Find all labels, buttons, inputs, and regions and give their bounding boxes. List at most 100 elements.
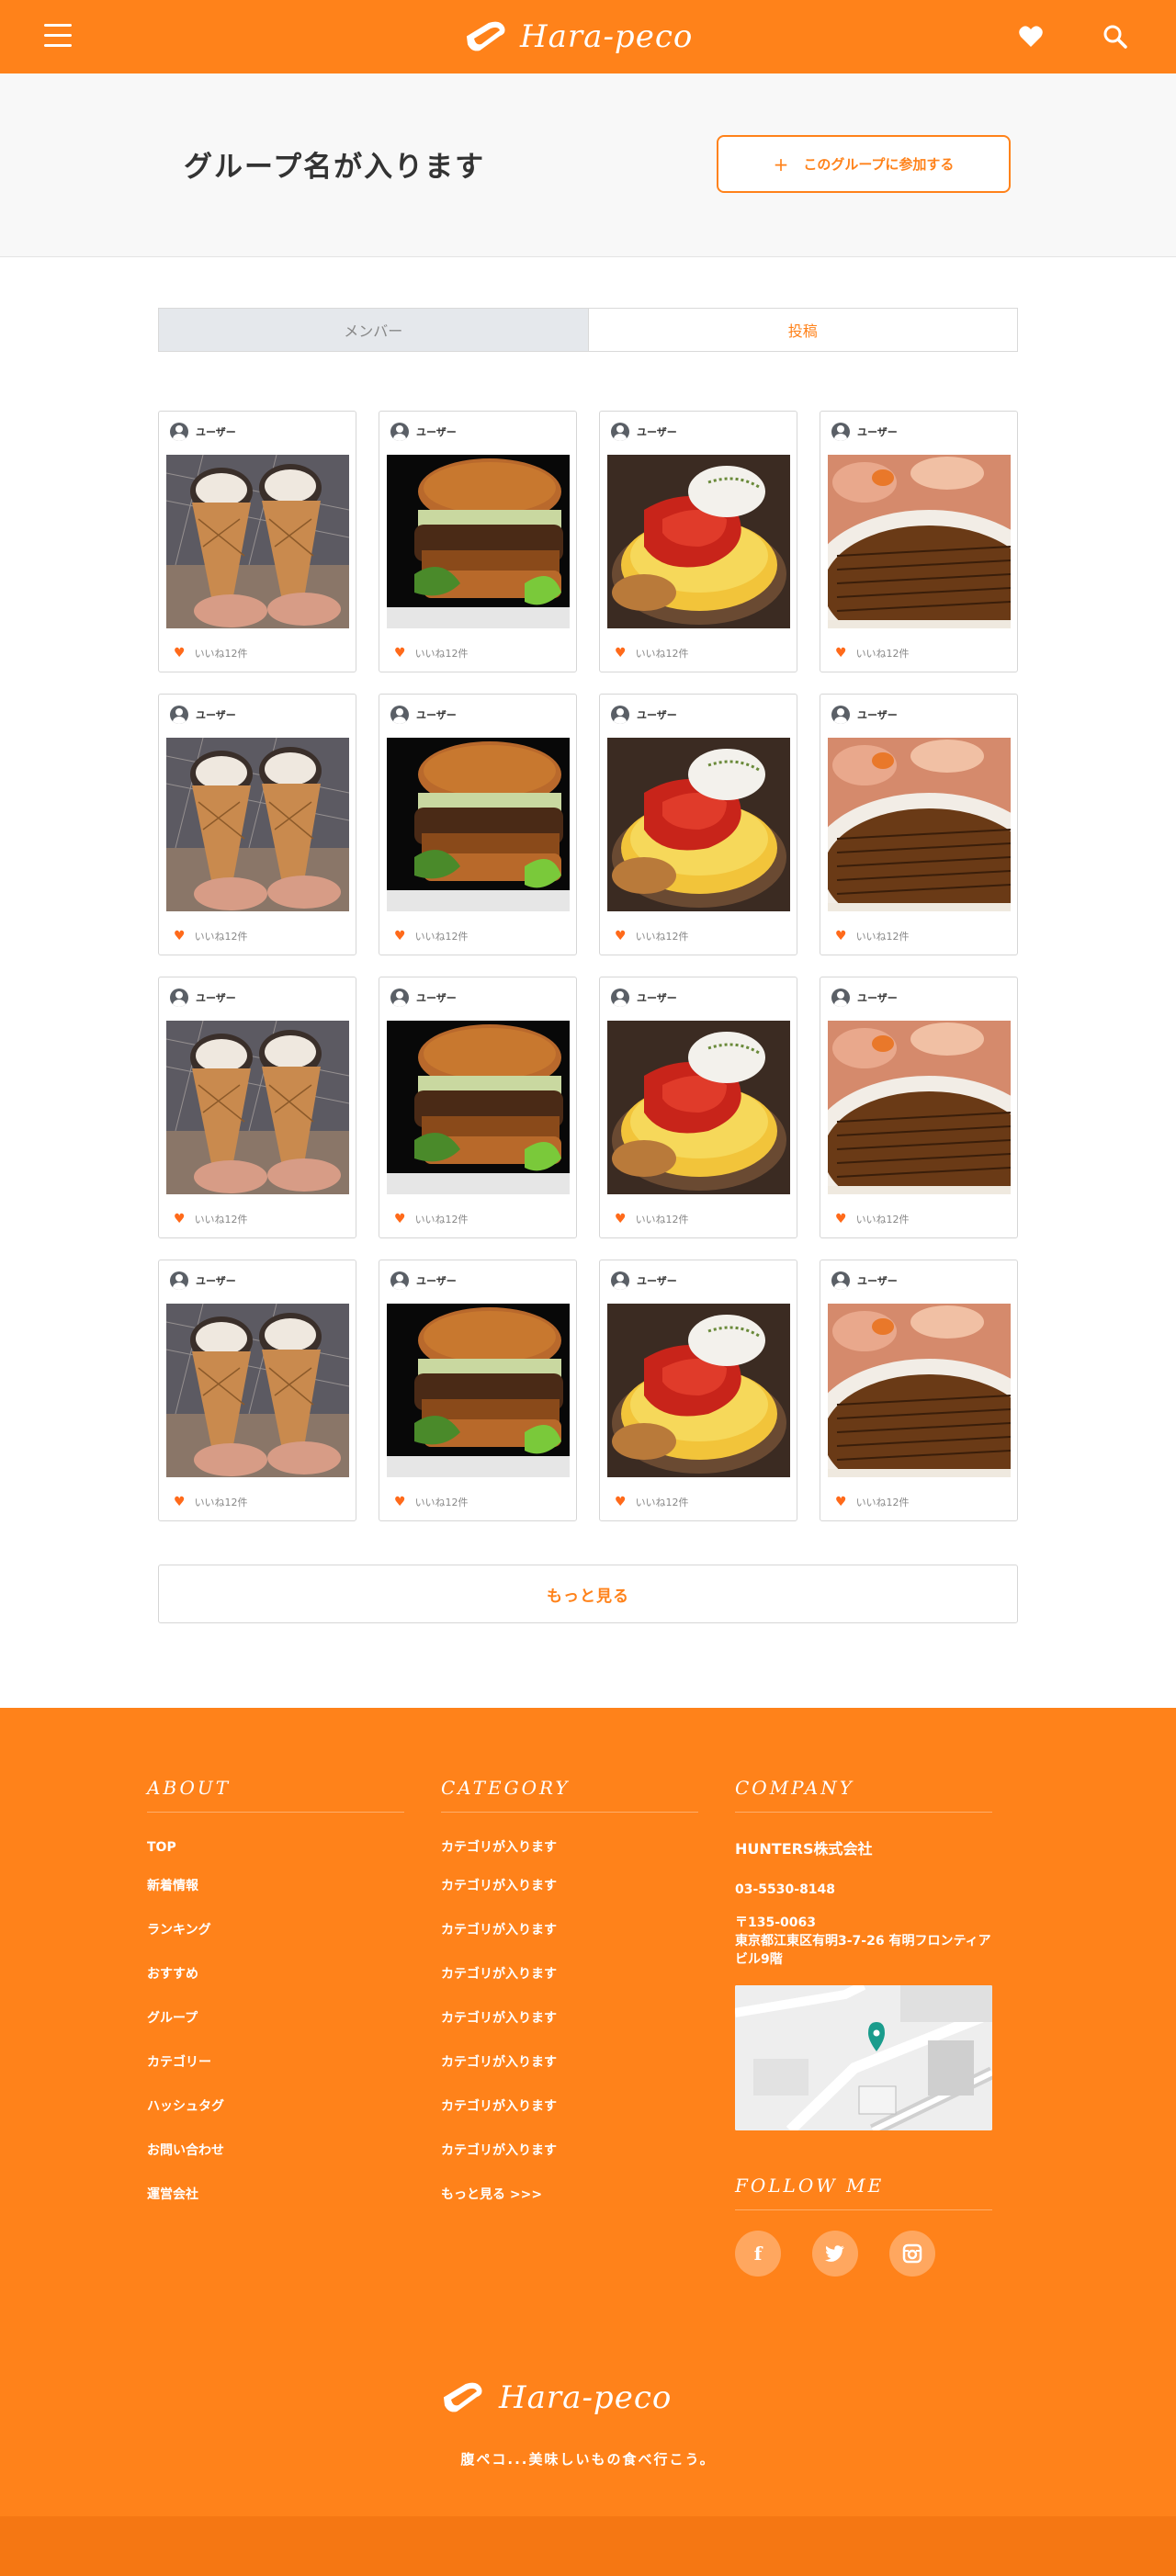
twitter-icon[interactable]	[812, 2231, 858, 2277]
post-card[interactable]: ユーザー ♥ いいね12件	[158, 1260, 356, 1521]
post-user[interactable]: ユーザー	[611, 1271, 677, 1290]
tab-members[interactable]: メンバー	[158, 308, 589, 352]
post-photo-burger[interactable]	[387, 738, 570, 911]
post-card[interactable]: ユーザー ♥ いいね12件	[158, 977, 356, 1238]
footer-category-link[interactable]: カテゴリが入ります	[441, 2129, 698, 2173]
post-photo-omurice[interactable]	[607, 455, 790, 628]
company-map[interactable]	[735, 1985, 992, 2130]
footer-category-link[interactable]: カテゴリが入ります	[441, 1952, 698, 1996]
hamburger-menu-icon[interactable]	[44, 24, 74, 50]
post-likes[interactable]: ♥ いいね12件	[615, 1212, 689, 1226]
post-likes[interactable]: ♥ いいね12件	[835, 646, 910, 661]
instagram-icon[interactable]	[889, 2231, 935, 2277]
footer-about-link[interactable]: 運営会社	[147, 2173, 404, 2217]
footer-about-link[interactable]: ハッシュタグ	[147, 2085, 404, 2129]
footer-about: ABOUT TOP 新着情報 ランキング おすすめ グループ カテゴリー ハッシュタグ お問い…	[147, 1777, 404, 2217]
post-likes[interactable]: ♥ いいね12件	[615, 646, 689, 661]
post-user[interactable]: ユーザー	[611, 706, 677, 724]
post-likes[interactable]: ♥ いいね12件	[615, 929, 689, 943]
likes-count: いいね12件	[635, 931, 689, 943]
post-card[interactable]: ユーザー ♥ いいね12件	[820, 411, 1018, 672]
footer-about-link[interactable]: 新着情報	[147, 1864, 404, 1908]
footer-logo[interactable]: Hara-peco	[440, 2379, 672, 2416]
post-photo-ice-cream[interactable]	[166, 455, 349, 628]
post-card[interactable]: ユーザー ♥ いいね12件	[820, 1260, 1018, 1521]
post-likes[interactable]: ♥ いいね12件	[394, 1212, 469, 1226]
post-likes[interactable]: ♥ いいね12件	[615, 1495, 689, 1509]
post-likes[interactable]: ♥ いいね12件	[174, 1495, 248, 1509]
footer-category-more-link[interactable]: もっと見る >>>	[441, 2173, 698, 2217]
post-photo-omurice[interactable]	[607, 738, 790, 911]
footer-about-link[interactable]: グループ	[147, 1996, 404, 2040]
post-likes[interactable]: ♥ いいね12件	[174, 646, 248, 661]
footer-category-link[interactable]: カテゴリが入ります	[441, 1831, 698, 1864]
facebook-icon[interactable]: f	[735, 2231, 781, 2277]
post-card[interactable]: ユーザー ♥ いいね12件	[820, 977, 1018, 1238]
post-likes[interactable]: ♥ いいね12件	[174, 929, 248, 943]
footer-about-link[interactable]: おすすめ	[147, 1952, 404, 1996]
post-likes[interactable]: ♥ いいね12件	[835, 1495, 910, 1509]
post-card[interactable]: ユーザー ♥ いいね12件	[599, 694, 797, 955]
company-phone[interactable]: 03-5530-8148	[735, 1882, 992, 1897]
search-icon[interactable]	[1099, 20, 1132, 53]
footer-category-link[interactable]: カテゴリが入ります	[441, 2040, 698, 2085]
post-card[interactable]: ユーザー ♥ いいね12件	[820, 694, 1018, 955]
post-card[interactable]: ユーザー ♥ いいね12件	[599, 1260, 797, 1521]
post-card[interactable]: ユーザー ♥ いいね12件	[158, 411, 356, 672]
post-user[interactable]: ユーザー	[170, 1271, 236, 1290]
post-user[interactable]: ユーザー	[390, 989, 457, 1007]
favorite-heart-icon[interactable]	[1014, 20, 1047, 53]
post-photo-ice-cream[interactable]	[166, 1021, 349, 1194]
footer-about-link[interactable]: お問い合わせ	[147, 2129, 404, 2173]
post-card[interactable]: ユーザー ♥ いいね12件	[379, 411, 577, 672]
post-likes[interactable]: ♥ いいね12件	[394, 646, 469, 661]
post-card[interactable]: ユーザー ♥ いいね12件	[158, 694, 356, 955]
join-group-button[interactable]: + このグループに参加する	[717, 135, 1011, 193]
footer-about-link[interactable]: TOP	[147, 1831, 404, 1864]
post-card[interactable]: ユーザー ♥ いいね12件	[379, 694, 577, 955]
post-photo-burger[interactable]	[387, 1304, 570, 1477]
post-user[interactable]: ユーザー	[831, 989, 898, 1007]
load-more-button[interactable]: もっと見る	[158, 1565, 1018, 1623]
post-photo-burger[interactable]	[387, 1021, 570, 1194]
post-photo-omurice[interactable]	[607, 1021, 790, 1194]
footer-category-link[interactable]: カテゴリが入ります	[441, 1996, 698, 2040]
footer-category-link[interactable]: カテゴリが入ります	[441, 1908, 698, 1952]
footer-category-link[interactable]: カテゴリが入ります	[441, 1864, 698, 1908]
tab-posts[interactable]: 投稿	[588, 308, 1018, 352]
post-user[interactable]: ユーザー	[611, 423, 677, 441]
post-user[interactable]: ユーザー	[170, 706, 236, 724]
post-card[interactable]: ユーザー ♥ いいね12件	[599, 977, 797, 1238]
post-user[interactable]: ユーザー	[611, 989, 677, 1007]
heart-icon: ♥	[615, 646, 627, 661]
post-user[interactable]: ユーザー	[390, 706, 457, 724]
post-card[interactable]: ユーザー ♥ いいね12件	[379, 1260, 577, 1521]
post-likes[interactable]: ♥ いいね12件	[394, 929, 469, 943]
post-likes[interactable]: ♥ いいね12件	[394, 1495, 469, 1509]
post-photo-ice-cream[interactable]	[166, 1304, 349, 1477]
post-likes[interactable]: ♥ いいね12件	[835, 1212, 910, 1226]
post-card[interactable]: ユーザー ♥ いいね12件	[379, 977, 577, 1238]
post-user[interactable]: ユーザー	[170, 423, 236, 441]
post-photo-burger[interactable]	[387, 455, 570, 628]
post-photo-unagi[interactable]	[828, 1021, 1011, 1194]
post-user[interactable]: ユーザー	[831, 706, 898, 724]
post-user[interactable]: ユーザー	[831, 423, 898, 441]
post-photo-unagi[interactable]	[828, 738, 1011, 911]
footer-category-link[interactable]: カテゴリが入ります	[441, 2085, 698, 2129]
post-user[interactable]: ユーザー	[390, 1271, 457, 1290]
post-user[interactable]: ユーザー	[390, 423, 457, 441]
post-card[interactable]: ユーザー ♥ いいね12件	[599, 411, 797, 672]
post-user[interactable]: ユーザー	[831, 1271, 898, 1290]
footer-about-link[interactable]: ランキング	[147, 1908, 404, 1952]
post-photo-unagi[interactable]	[828, 1304, 1011, 1477]
heart-icon: ♥	[174, 1495, 186, 1509]
post-user[interactable]: ユーザー	[170, 989, 236, 1007]
post-likes[interactable]: ♥ いいね12件	[174, 1212, 248, 1226]
post-photo-ice-cream[interactable]	[166, 738, 349, 911]
footer-about-link[interactable]: カテゴリー	[147, 2040, 404, 2085]
post-likes[interactable]: ♥ いいね12件	[835, 929, 910, 943]
post-photo-omurice[interactable]	[607, 1304, 790, 1477]
post-photo-unagi[interactable]	[828, 455, 1011, 628]
site-logo[interactable]: Hara-peco	[463, 15, 693, 59]
